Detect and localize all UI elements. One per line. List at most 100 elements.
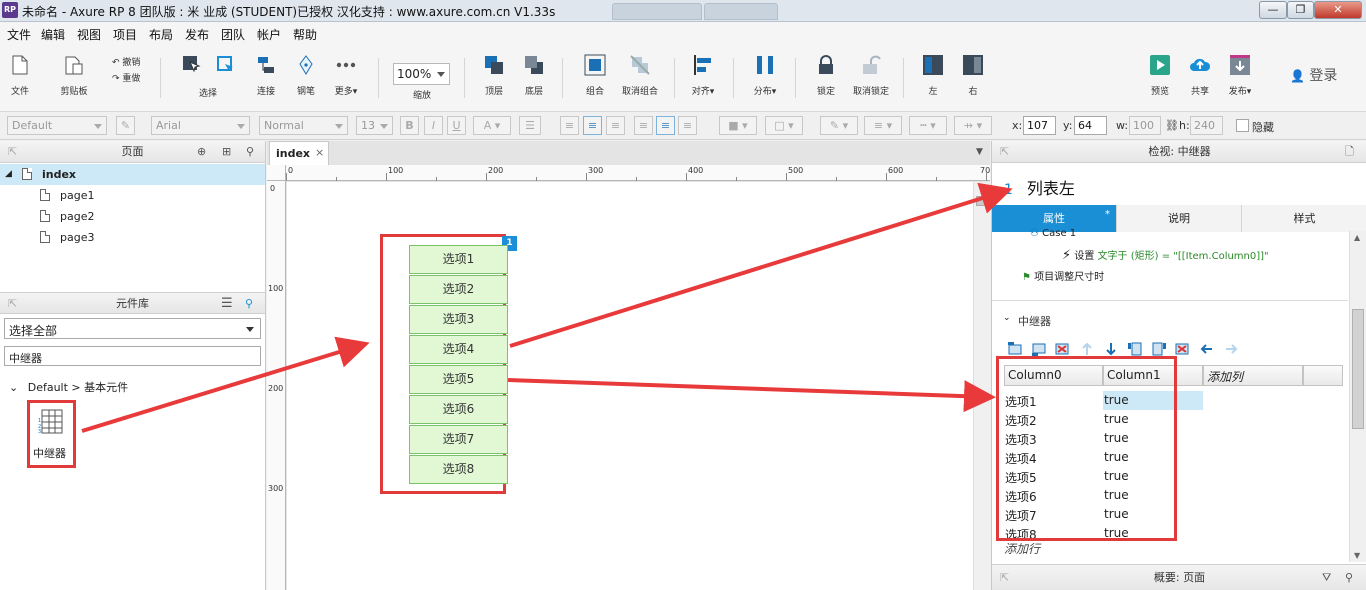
insert-row-above-icon[interactable] — [1008, 342, 1022, 356]
canvas-scrollbar[interactable] — [973, 182, 990, 590]
line-pattern-button[interactable]: ┅ ▾ — [909, 116, 947, 135]
maximize-button[interactable]: ❐ — [1287, 1, 1314, 19]
tree-expanded-icon[interactable]: ◢ — [5, 164, 12, 185]
page-item-index[interactable]: ◢ index — [0, 164, 265, 185]
underline-button[interactable]: U — [447, 116, 466, 135]
distribute-button[interactable]: 分布▾ — [745, 54, 785, 106]
delete-row-icon[interactable] — [1055, 342, 1069, 356]
aspect-lock-icon[interactable]: ⛓ — [1165, 119, 1179, 132]
search-icon[interactable]: ⚲ — [246, 141, 254, 162]
valign-middle-icon[interactable]: ≡ — [656, 116, 675, 135]
tab-notes[interactable]: 说明 — [1117, 205, 1242, 232]
preview-button[interactable]: 预览 — [1140, 54, 1180, 106]
chevron-down-icon[interactable]: ▼ — [976, 147, 983, 157]
menu-help[interactable]: 帮助 — [293, 26, 317, 43]
move-right-icon[interactable] — [1224, 342, 1238, 356]
repeater-item[interactable]: 选项6 — [409, 395, 508, 424]
line-width-button[interactable]: ≡ ▾ — [864, 116, 902, 135]
valign-top-icon[interactable]: ≡ — [634, 116, 653, 135]
tab-index[interactable]: index × — [269, 141, 329, 165]
valign-bottom-icon[interactable]: ≡ — [678, 116, 697, 135]
clipboard-button[interactable]: 剪贴板 — [52, 54, 96, 106]
repeater-item[interactable]: 选项2 — [409, 275, 508, 304]
menu-edit[interactable]: 编辑 — [41, 26, 65, 43]
bold-button[interactable]: B — [400, 116, 419, 135]
repeater-item[interactable]: 选项8 — [409, 455, 508, 484]
align-text-center-icon[interactable]: ≡ — [583, 116, 602, 135]
more-button[interactable]: 更多▾ — [326, 54, 366, 106]
repeater-item[interactable]: 选项7 — [409, 425, 508, 454]
minimize-button[interactable]: — — [1259, 1, 1287, 19]
publish-button[interactable]: 发布▾ — [1220, 54, 1260, 106]
collapse-arrow-icon[interactable]: ⇱ — [1000, 141, 1009, 162]
undo-button[interactable]: ↶ 撤销 — [112, 55, 140, 68]
x-input[interactable]: 107 — [1023, 116, 1056, 135]
library-filter-select[interactable]: 选择全部 — [4, 318, 261, 339]
scroll-down-icon[interactable]: ▼ — [1354, 551, 1360, 560]
add-column-button[interactable]: 添加列 — [1203, 365, 1303, 386]
arrow-style-button[interactable]: ⇸ ▾ — [954, 116, 992, 135]
y-input[interactable]: 64 — [1074, 116, 1107, 135]
delete-column-icon[interactable] — [1175, 342, 1189, 356]
library-search-input[interactable]: 中继器 — [4, 346, 261, 366]
group-button[interactable]: 组合 — [575, 54, 615, 106]
menu-account[interactable]: 帐户 — [257, 26, 281, 43]
background-browser-tab[interactable] — [704, 3, 778, 20]
style-select[interactable]: Default — [7, 116, 107, 135]
hamburger-menu-icon[interactable]: ☰ — [221, 293, 233, 314]
lock-button[interactable]: 锁定 — [806, 54, 846, 106]
connect-button[interactable]: 连接 — [246, 54, 286, 106]
widget-name[interactable]: 1 列表左 — [1004, 175, 1075, 199]
page-item-page3[interactable]: page3 — [0, 227, 265, 248]
menu-file[interactable]: 文件 — [7, 26, 31, 43]
insert-row-below-icon[interactable] — [1032, 342, 1046, 356]
menu-layout[interactable]: 布局 — [149, 26, 173, 43]
add-row-button[interactable]: 添加行 — [1004, 540, 1040, 557]
search-icon[interactable]: ⚲ — [1345, 565, 1353, 590]
library-group-header[interactable]: ⌄ Default > 基本元件 — [9, 379, 128, 395]
insert-column-right-icon[interactable] — [1152, 342, 1166, 356]
login-button[interactable]: 👤 登录 — [1290, 65, 1337, 85]
font-weight-select[interactable]: Normal — [259, 116, 348, 135]
repeater-item[interactable]: 选项1 — [409, 245, 508, 274]
repeater-item[interactable]: 选项5 — [409, 365, 508, 394]
left-panel-toggle-button[interactable]: 左 — [913, 54, 953, 106]
move-up-icon[interactable] — [1080, 342, 1094, 356]
page-item-page1[interactable]: page1 — [0, 185, 265, 206]
align-text-right-icon[interactable]: ≡ — [606, 116, 625, 135]
font-family-select[interactable]: Arial — [151, 116, 250, 135]
chevron-down-icon[interactable]: ⌄ — [1003, 313, 1011, 323]
italic-button[interactable]: I — [424, 116, 443, 135]
filter-icon[interactable]: ⛛ — [1322, 565, 1331, 590]
right-panel-toggle-button[interactable]: 右 — [953, 54, 993, 106]
close-icon[interactable]: × — [315, 146, 324, 159]
notes-page-icon[interactable]: 🗋 — [1345, 141, 1354, 162]
collapse-arrow-icon[interactable]: ⇱ — [8, 141, 17, 162]
font-color-button[interactable]: A ▾ — [473, 116, 511, 135]
hide-checkbox[interactable] — [1236, 119, 1249, 132]
menu-view[interactable]: 视图 — [77, 26, 101, 43]
share-button[interactable]: 共享 — [1180, 54, 1220, 106]
redo-button[interactable]: ↷ 重做 — [112, 71, 140, 84]
page-item-page2[interactable]: page2 — [0, 206, 265, 227]
align-button[interactable]: 对齐▾ — [683, 54, 723, 106]
scrollbar-thumb[interactable] — [976, 196, 988, 206]
bring-to-front-button[interactable]: 顶层 — [474, 54, 514, 106]
move-left-icon[interactable] — [1200, 342, 1214, 356]
repeater-item[interactable]: 选项3 — [409, 305, 508, 334]
height-input[interactable]: 240 — [1190, 116, 1223, 135]
collapse-arrow-icon[interactable]: ⇱ — [1000, 565, 1009, 590]
unlock-button[interactable]: 取消锁定 — [849, 54, 893, 106]
ungroup-button[interactable]: 取消组合 — [617, 54, 663, 106]
move-down-icon[interactable] — [1104, 342, 1118, 356]
bullet-list-icon[interactable]: ☰ — [519, 116, 541, 135]
design-canvas[interactable]: 1 选项1 选项2 选项3 选项4 选项5 选项6 选项7 选项8 — [287, 182, 973, 590]
background-browser-tab[interactable] — [612, 3, 702, 20]
action-item[interactable]: ⚡ 设置 文字于 (矩形) = "[[Item.Column0]]" — [1062, 247, 1269, 263]
add-folder-icon[interactable]: ⊞ — [222, 141, 231, 162]
send-to-back-button[interactable]: 底层 — [514, 54, 554, 106]
file-button[interactable]: 文件 — [0, 54, 40, 106]
width-input[interactable]: 100 — [1129, 116, 1161, 135]
shadow-button[interactable]: □ ▾ — [765, 116, 803, 135]
close-button[interactable]: ✕ — [1314, 1, 1362, 19]
